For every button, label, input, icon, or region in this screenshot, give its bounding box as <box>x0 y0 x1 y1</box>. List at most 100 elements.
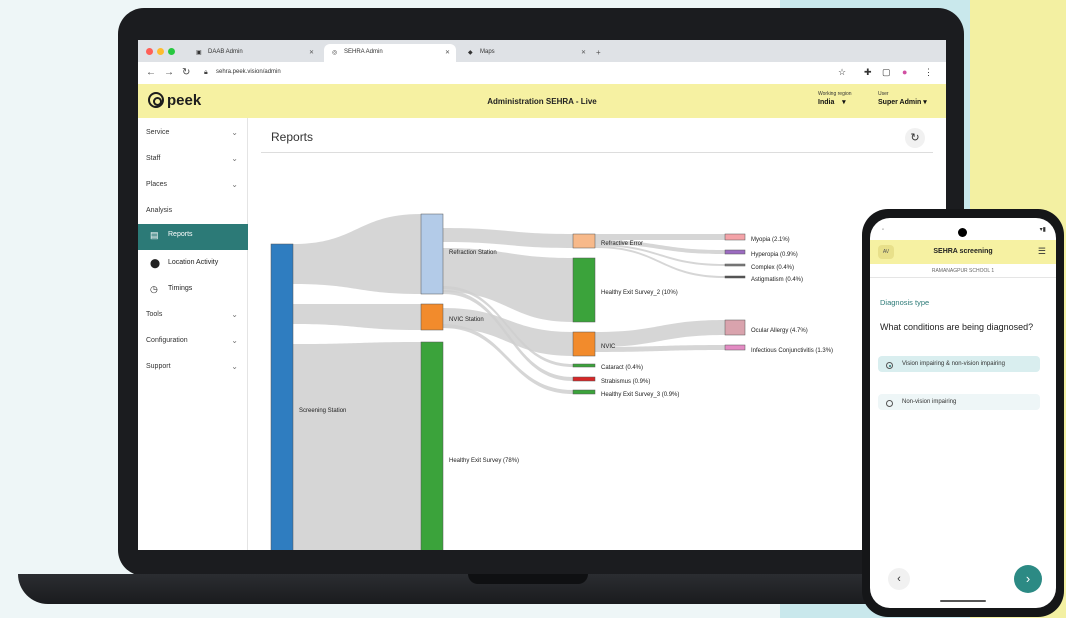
option-vision-impairing[interactable]: Vision impairing & non-vision impairing <box>878 356 1040 372</box>
chevron-down-icon: ▾ <box>923 99 927 106</box>
sankey-node-complex[interactable] <box>724 263 746 267</box>
browser-tab-1[interactable]: ▣ DAAB Admin ✕ <box>188 44 320 62</box>
option-non-vision-impairing[interactable]: Non-vision impairing <box>878 394 1040 410</box>
region-label: Working region <box>818 91 852 97</box>
sankey-node-healthy[interactable] <box>420 341 444 550</box>
next-button[interactable]: › <box>1014 565 1042 593</box>
sidebar-panel-icon[interactable]: ▢ <box>882 67 891 78</box>
sankey-label-healthy3: Healthy Exit Survey_3 (0.9%) <box>601 392 679 398</box>
radio-unselected-icon <box>886 400 893 407</box>
back-arrow-icon[interactable]: ← <box>146 67 156 78</box>
extensions-icon[interactable]: ✚ <box>864 67 872 78</box>
sidebar-item-reports[interactable]: ▤ Reports <box>138 224 248 250</box>
home-indicator <box>940 600 986 602</box>
sankey-node-healthy3[interactable] <box>572 389 596 395</box>
timer-icon: ◷ <box>150 284 158 294</box>
sankey-node-strab[interactable] <box>572 376 596 382</box>
sidebar-item-label: Support <box>146 363 171 370</box>
sidebar-item-label: Analysis <box>146 207 173 214</box>
close-tab-icon[interactable]: ✕ <box>445 49 450 56</box>
maximize-window-dot[interactable] <box>168 48 175 55</box>
new-tab-icon[interactable]: + <box>596 48 601 57</box>
sankey-node-myopia[interactable] <box>724 233 746 241</box>
sankey-node-referr[interactable] <box>572 233 596 249</box>
browser-chrome: ▣ DAAB Admin ✕ ◎ SEHRA Admin ✕ ◆ Maps ✕ … <box>138 40 946 84</box>
sankey-label-nvic: NVIC Station <box>449 317 484 323</box>
sankey-node-refraction[interactable] <box>420 213 444 295</box>
browser-menu-icon[interactable]: ⋮ <box>924 67 933 78</box>
sankey-label-cataract: Cataract (0.4%) <box>601 365 643 371</box>
sankey-node-hyperopia[interactable] <box>724 249 746 255</box>
region-selector[interactable]: Working region India ▾ <box>818 91 852 106</box>
user-selector[interactable]: User Super Admin ▾ <box>878 91 927 106</box>
sankey-node-conj[interactable] <box>724 344 746 351</box>
sidebar-item-label: Places <box>146 181 168 188</box>
sidebar-item-label: Timings <box>168 285 193 292</box>
sankey-link <box>293 214 421 294</box>
browser-tab-3[interactable]: ◆ Maps ✕ <box>460 44 592 62</box>
sankey-node-astig[interactable] <box>724 275 746 279</box>
sidebar-item-label: Location Activity <box>168 259 219 266</box>
close-tab-icon[interactable]: ✕ <box>309 49 314 56</box>
sidebar-item-staff[interactable]: Staff ⌄ <box>138 148 248 172</box>
tab-label: SEHRA Admin <box>344 49 383 55</box>
sidebar-item-tools[interactable]: Tools ⌄ <box>138 304 248 328</box>
sidebar-item-timings[interactable]: ◷ Timings <box>138 278 248 302</box>
back-button[interactable]: ‹ <box>888 568 910 590</box>
radio-selected-icon <box>886 362 893 369</box>
phone-app-header: AV SEHRA screening ☰ <box>870 240 1056 264</box>
chevron-left-icon: ‹ <box>897 573 901 585</box>
sankey-label-conj: Infectious Conjunctivitis (1.3%) <box>751 348 833 354</box>
minimize-window-dot[interactable] <box>157 48 164 55</box>
tab-label: DAAB Admin <box>208 49 243 55</box>
close-window-dot[interactable] <box>146 48 153 55</box>
sankey-label-hyperopia: Hyperopia (0.9%) <box>751 252 798 258</box>
sankey-label-screening: Screening Station <box>299 408 346 414</box>
sidebar-item-places[interactable]: Places ⌄ <box>138 174 248 198</box>
sankey-label-healthy: Healthy Exit Survey (78%) <box>449 458 519 464</box>
url-field[interactable]: sehra.peek.vision/admin <box>216 69 281 75</box>
reload-icon[interactable]: ↻ <box>182 67 190 78</box>
sankey-node-nvic2[interactable] <box>572 331 596 357</box>
profile-avatar-icon[interactable]: ● <box>902 67 907 77</box>
figma-favicon-icon: ◆ <box>468 50 473 56</box>
sankey-node-allergy[interactable] <box>724 319 746 336</box>
sankey-label-allergy: Ocular Allergy (4.7%) <box>751 328 808 334</box>
sankey-label-healthy2: Healthy Exit Survey_2 (10%) <box>601 290 678 296</box>
sankey-label-refraction: Refraction Station <box>449 250 497 256</box>
battery-icon: ▾▮ <box>1039 227 1046 233</box>
school-name: RAMANAGPUR SCHOOL 1 <box>870 264 1056 278</box>
sidebar-item-location-activity[interactable]: ⬤ Location Activity <box>138 252 248 276</box>
sidebar-item-support[interactable]: Support ⌄ <box>138 356 248 380</box>
forward-arrow-icon[interactable]: → <box>164 67 174 78</box>
chevron-down-icon: ⌄ <box>231 128 238 137</box>
phone-screen: ◦ ▾▮ AV SEHRA screening ☰ RAMANAGPUR SCH… <box>870 218 1056 608</box>
sidebar-item-service[interactable]: Service ⌄ <box>138 122 248 146</box>
chevron-right-icon: › <box>1025 571 1031 586</box>
report-icon: ▤ <box>150 230 159 240</box>
browser-tab-2[interactable]: ◎ SEHRA Admin ✕ <box>324 44 456 62</box>
sankey-label-complex: Complex (0.4%) <box>751 265 794 271</box>
user-value: Super Admin <box>878 99 922 106</box>
sankey-node-nvic[interactable] <box>420 303 444 331</box>
sankey-node-cataract[interactable] <box>572 363 596 368</box>
user-label: User <box>878 91 889 97</box>
chevron-down-icon: ⌄ <box>231 362 238 371</box>
sidebar-item-label: Reports <box>168 231 193 238</box>
hamburger-menu-icon[interactable]: ☰ <box>1038 246 1046 257</box>
sidebar: Service ⌄ Staff ⌄ Places ⌄ Analysis ▤ Report… <box>138 118 248 550</box>
lock-icon: 🔒︎ <box>204 69 208 76</box>
chevron-down-icon: ⌄ <box>231 180 238 189</box>
sankey-link <box>293 304 421 330</box>
sankey-label-astig: Astigmatism (0.4%) <box>751 277 803 283</box>
sankey-label-referr: Refractive Error <box>601 241 643 247</box>
sankey-node-screening[interactable] <box>270 243 294 550</box>
close-tab-icon[interactable]: ✕ <box>581 49 586 56</box>
sidebar-item-configuration[interactable]: Configuration ⌄ <box>138 330 248 354</box>
bookmark-star-icon[interactable]: ☆ <box>838 67 846 78</box>
sankey-link <box>595 234 725 240</box>
sidebar-item-label: Staff <box>146 155 161 162</box>
peek-favicon-icon: ◎ <box>332 50 338 56</box>
phone-app-title: SEHRA screening <box>933 248 993 255</box>
sankey-node-healthy2[interactable] <box>572 257 596 323</box>
